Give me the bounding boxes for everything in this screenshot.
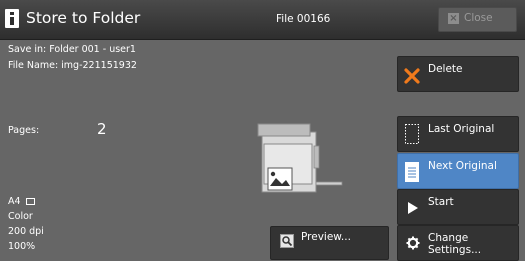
file-name-text: File Name: img-221151932 [8,60,137,71]
paper-orientation-icon [25,198,35,205]
gear-icon [406,236,420,250]
last-original-icon [405,124,419,144]
start-label: Start [428,196,454,208]
delete-label: Delete [428,63,463,75]
close-label: Close [464,12,493,24]
play-icon [408,202,418,214]
next-original-button[interactable]: Next Original [397,153,519,189]
pages-value: 2 [97,120,107,138]
next-original-label: Next Original [428,160,497,172]
delete-x-icon [404,68,420,84]
delete-button[interactable]: Delete [397,56,519,92]
start-button[interactable]: Start [397,189,519,225]
title-bar: Store to Folder File 00166 × Close [0,0,525,40]
paper-size: A4 [8,196,35,207]
change-settings-line1: Change [428,232,469,244]
info-icon [5,9,19,28]
page-title: Store to Folder [26,9,141,27]
last-original-label: Last Original [428,123,495,135]
change-settings-line2: Settings... [428,244,482,256]
color-mode: Color [8,211,33,222]
preview-label: Preview... [301,231,351,243]
close-icon: × [448,13,459,24]
close-button[interactable]: × Close [438,7,517,32]
save-in-text: Save in: Folder 001 - user1 [8,44,136,55]
next-original-icon [405,162,419,182]
pages-label: Pages: [8,125,40,136]
paper-size-text: A4 [8,196,21,207]
file-number: File 00166 [276,13,331,25]
change-settings-label: Change Settings... [428,232,481,256]
last-original-button[interactable]: Last Original [397,116,519,152]
zoom: 100% [8,241,36,252]
magnifier-icon [280,234,294,248]
multifunction-device-icon [257,123,343,193]
preview-button[interactable]: Preview... [270,226,389,260]
resolution: 200 dpi [8,226,44,237]
